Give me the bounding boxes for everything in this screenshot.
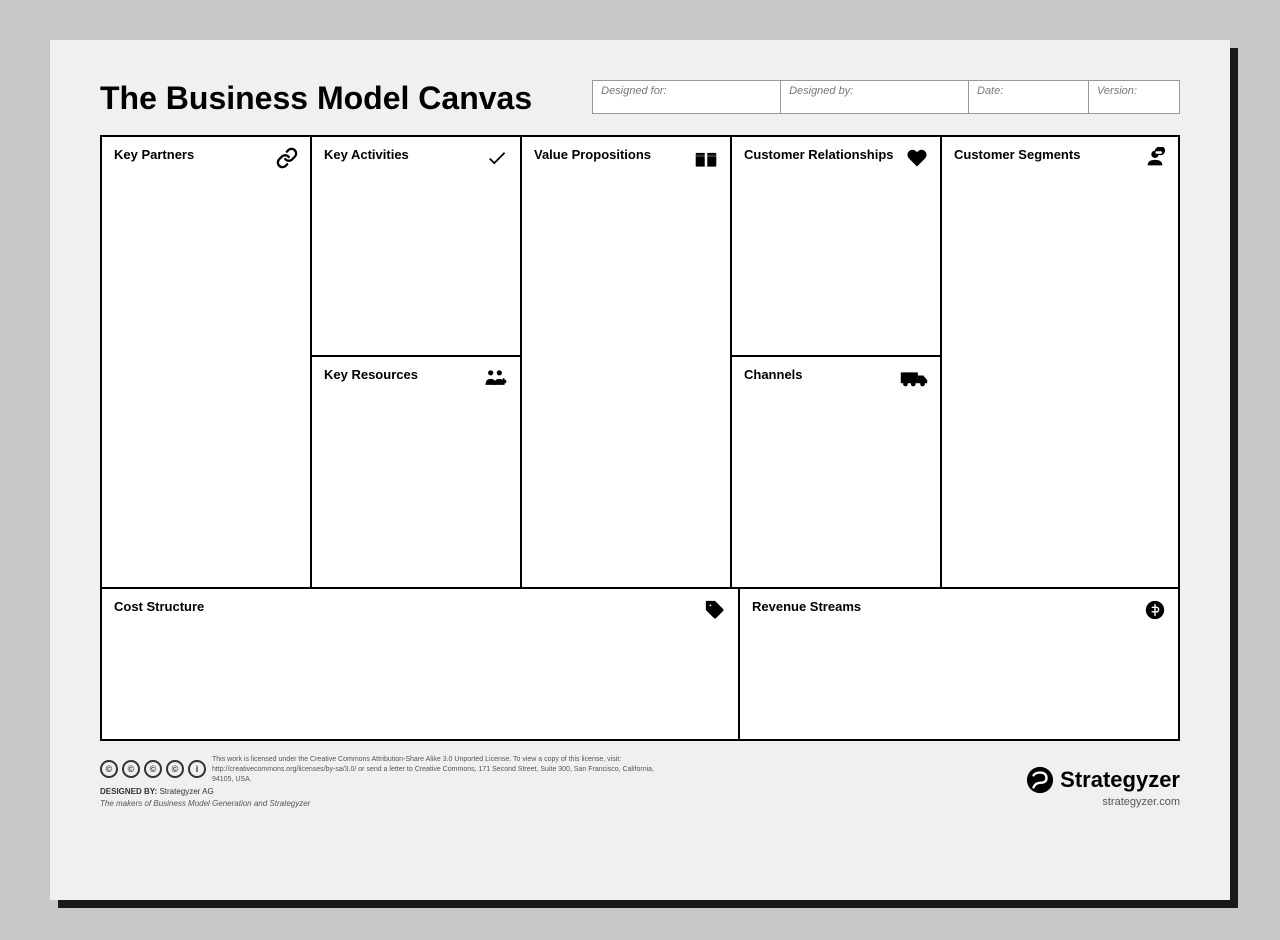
customer-relationships-cell[interactable]: Customer Relationships	[732, 137, 940, 357]
channels-header: Channels	[744, 367, 928, 391]
revenue-streams-label: Revenue Streams	[752, 599, 861, 614]
heart-icon	[906, 147, 928, 173]
cc-icons: © © © © i	[100, 760, 206, 778]
customer-segments-label: Customer Segments	[954, 147, 1080, 162]
cc-icon-1: ©	[100, 760, 118, 778]
meta-fields: Designed for: Designed by: Date: Version…	[592, 80, 1180, 114]
value-propositions-header: Value Propositions	[534, 147, 718, 173]
customer-relationships-header: Customer Relationships	[744, 147, 928, 173]
version-label: Version:	[1097, 85, 1137, 97]
value-propositions-label: Value Propositions	[534, 147, 651, 162]
activities-resources-col: Key Activities Key Resources	[312, 137, 522, 587]
cc-icon-2: ©	[122, 760, 140, 778]
cost-structure-header: Cost Structure	[114, 599, 726, 625]
canvas-bottom-section: Cost Structure Revenue Streams	[102, 589, 1178, 739]
footer-right: Strategyzer strategyzer.com	[1026, 766, 1180, 808]
cc-icon-4: ©	[166, 760, 184, 778]
link-icon	[276, 147, 298, 173]
strategyzer-logo-icon	[1026, 766, 1054, 794]
check-icon	[486, 147, 508, 173]
footer-left: © © © © i This work is licensed under th…	[100, 755, 672, 808]
business-model-canvas: Key Partners Key Activities	[100, 135, 1180, 741]
designed-for-label: Designed for:	[601, 85, 666, 97]
resources-icon	[482, 367, 508, 393]
channels-label: Channels	[744, 367, 803, 382]
cc-icon-5: i	[188, 760, 206, 778]
designed-by: DESIGNED BY: Strategyzer AG	[100, 787, 672, 796]
date-field[interactable]: Date:	[969, 81, 1089, 113]
date-label: Date:	[977, 85, 1003, 97]
license-text: This work is licensed under the Creative…	[212, 755, 672, 784]
designed-by-field[interactable]: Designed by:	[781, 81, 969, 113]
key-activities-cell[interactable]: Key Activities	[312, 137, 520, 357]
key-partners-label: Key Partners	[114, 147, 194, 162]
page-title: The Business Model Canvas	[100, 80, 532, 117]
version-field[interactable]: Version:	[1089, 81, 1179, 113]
revenue-streams-cell[interactable]: Revenue Streams	[740, 589, 1178, 739]
header-row: The Business Model Canvas Designed for: …	[100, 80, 1180, 117]
cr-channels-col: Customer Relationships Channels	[732, 137, 942, 587]
key-resources-cell[interactable]: Key Resources	[312, 357, 520, 587]
channels-cell[interactable]: Channels	[732, 357, 940, 587]
customer-segments-cell[interactable]: Customer Segments	[942, 137, 1178, 587]
gift-icon	[694, 147, 718, 173]
designed-by-label: Designed by:	[789, 85, 853, 97]
revenue-streams-header: Revenue Streams	[752, 599, 1166, 625]
key-resources-header: Key Resources	[324, 367, 508, 393]
customer-relationships-label: Customer Relationships	[744, 147, 894, 162]
cost-structure-label: Cost Structure	[114, 599, 204, 614]
key-resources-label: Key Resources	[324, 367, 418, 382]
truck-icon	[900, 367, 928, 391]
brand-url: strategyzer.com	[1102, 796, 1180, 808]
cc-icon-3: ©	[144, 760, 162, 778]
tag-icon	[704, 599, 726, 625]
canvas-page: The Business Model Canvas Designed for: …	[50, 40, 1230, 900]
money-icon	[1144, 599, 1166, 625]
brand-name: Strategyzer	[1060, 767, 1180, 793]
key-partners-cell[interactable]: Key Partners	[102, 137, 312, 587]
customer-segments-header: Customer Segments	[954, 147, 1166, 173]
strategyzer-logo: Strategyzer	[1026, 766, 1180, 794]
value-propositions-cell[interactable]: Value Propositions	[522, 137, 732, 587]
cost-structure-cell[interactable]: Cost Structure	[102, 589, 740, 739]
person-icon	[1144, 147, 1166, 173]
key-activities-label: Key Activities	[324, 147, 409, 162]
canvas-top-section: Key Partners Key Activities	[102, 137, 1178, 589]
key-partners-header: Key Partners	[114, 147, 298, 173]
key-activities-header: Key Activities	[324, 147, 508, 173]
footer: © © © © i This work is licensed under th…	[100, 755, 1180, 808]
footer-tagline: The makers of Business Model Generation …	[100, 799, 672, 808]
designed-for-field[interactable]: Designed for:	[593, 81, 781, 113]
